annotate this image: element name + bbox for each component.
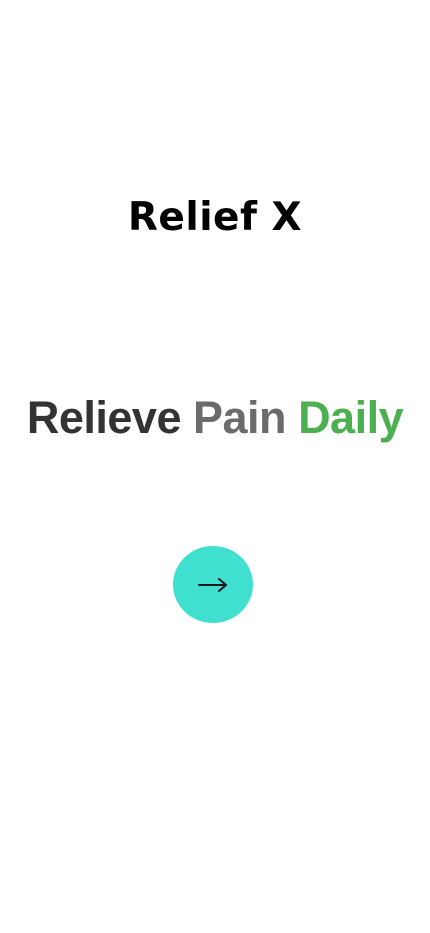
tagline-word-daily: Daily [298,392,404,443]
app-logo: Relief X [127,195,303,240]
tagline-word-relieve: Relieve [26,392,182,443]
next-button[interactable] [173,546,253,623]
arrow-right-icon [197,577,229,593]
tagline-word-pain: Pain [193,392,287,443]
tagline: Relieve Pain Daily [0,392,430,444]
